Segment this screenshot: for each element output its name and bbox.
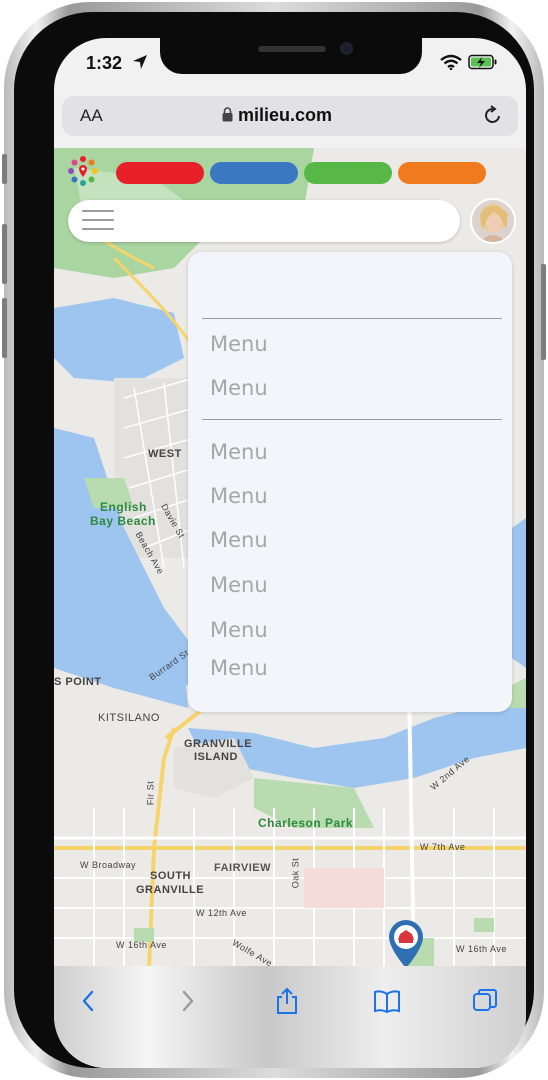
battery-charging-icon [468,54,497,70]
map-label-oak-st: Oak St [290,857,301,889]
mute-switch [2,154,7,184]
map-label-w-7th-ave: W 7th Ave [420,842,466,852]
volume-down-button [2,298,7,358]
speaker [258,46,326,52]
screen: WEST English Bay Beach Davie St Beach Av… [54,38,526,1068]
hamburger-icon[interactable] [82,210,114,232]
status-time: 1:32 [86,53,123,73]
tabs-icon[interactable] [470,986,500,1016]
wifi-icon [440,54,462,70]
map-label-granville: GRANVILLE [184,738,253,750]
phone-frame: WEST English Bay Beach Davie St Beach Av… [2,2,546,1078]
map-label-w-12th-ave: W 12th Ave [196,908,247,918]
browser-toolbar [54,966,526,1068]
back-icon[interactable] [74,986,104,1016]
address-bar[interactable]: AA milieu.com [62,96,518,136]
category-tab-red[interactable] [116,162,204,184]
location-arrow-icon [133,55,147,69]
lock-icon [222,107,233,122]
menu-item[interactable]: Menu [210,528,268,552]
map-label-fairview: FAIRVIEW [214,862,271,874]
map-label-charleson-park: Charleson Park [258,816,354,830]
menu-item[interactable]: Menu [210,618,268,642]
user-avatar[interactable] [470,198,516,244]
search-bar[interactable] [68,200,460,242]
camera [340,42,353,55]
map-label-w-broadway: W Broadway [80,860,137,870]
map-label-south: SOUTH [150,870,191,882]
map-label-kitsilano: KITSILANO [98,712,160,724]
dropdown-menu: Menu Menu Menu Menu Menu Menu Menu Menu [188,252,512,712]
phone-bezel: WEST English Bay Beach Davie St Beach Av… [14,12,534,1068]
menu-item[interactable]: Menu [210,332,268,356]
menu-item[interactable]: Menu [210,573,268,597]
menu-divider [202,419,502,420]
map-pin-icon[interactable] [386,918,426,970]
power-button [541,264,546,360]
map-label-english: English [100,500,147,514]
menu-item[interactable]: Menu [210,484,268,508]
category-tab-green[interactable] [304,162,392,184]
menu-item[interactable]: Menu [210,440,268,464]
map-label-w-16th-ave: W 16th Ave [116,940,167,950]
map-label-south-granville: GRANVILLE [136,884,205,896]
milieu-logo[interactable] [66,154,100,188]
bookmarks-icon[interactable] [372,986,402,1016]
avatar-image [472,200,514,242]
text-size-label: AA [80,106,103,125]
menu-item[interactable]: Menu [210,656,268,680]
category-tab-orange[interactable] [398,162,486,184]
volume-up-button [2,224,7,284]
reload-icon[interactable] [482,104,504,126]
map-label-island: ISLAND [194,751,238,763]
share-icon[interactable] [272,986,302,1016]
map-label-s-point: S POINT [54,676,102,688]
map-label-west: WEST [148,448,182,460]
map-label-w-16th-ave-east: W 16th Ave [456,944,507,954]
map-label-bay-beach: Bay Beach [90,514,156,528]
category-tab-blue[interactable] [210,162,298,184]
text-size-button[interactable]: AA [80,106,103,126]
menu-item[interactable]: Menu [210,376,268,400]
url-text[interactable]: milieu.com [238,105,332,126]
status-bar: 1:32 [54,38,526,88]
forward-icon[interactable] [172,986,202,1016]
map-label-fir-st: Fir St [145,780,156,806]
notch [160,38,422,74]
menu-divider [202,318,502,319]
